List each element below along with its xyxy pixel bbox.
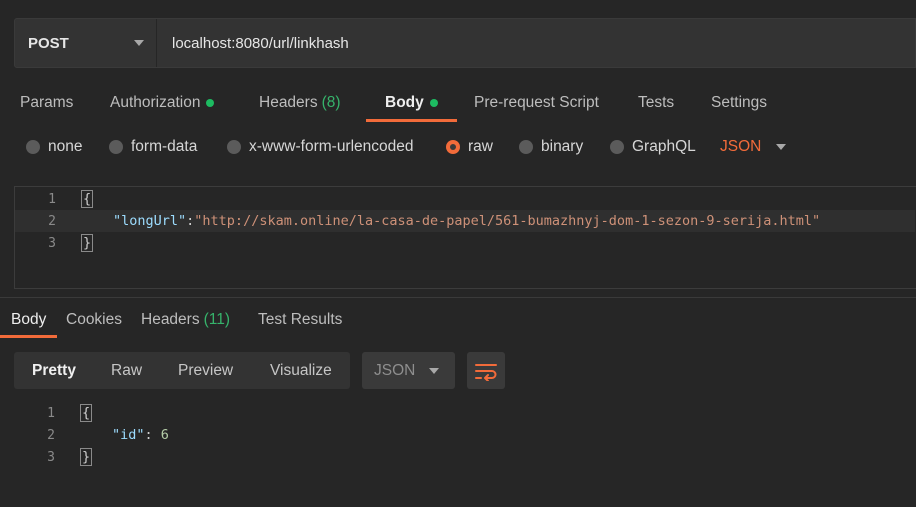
view-preview-button[interactable]: Preview	[178, 352, 233, 389]
view-visualize-button[interactable]: Visualize	[270, 352, 332, 389]
language-dropdown[interactable]: JSON	[720, 132, 787, 162]
code-line: 3 }	[15, 232, 915, 254]
radio-none[interactable]: none	[26, 132, 82, 162]
radio-binary[interactable]: binary	[519, 132, 583, 162]
open-brace: {	[81, 190, 94, 208]
chevron-down-icon	[429, 368, 439, 374]
radio-label: form-data	[131, 138, 198, 155]
radio-form-data[interactable]: form-data	[109, 132, 197, 162]
close-brace: }	[80, 448, 93, 466]
tab-authorization[interactable]: Authorization	[110, 84, 215, 122]
tab-label: Params	[20, 94, 74, 111]
active-response-tab-indicator	[0, 335, 57, 338]
line-number: 1	[48, 191, 56, 207]
wrap-lines-button[interactable]	[467, 352, 505, 389]
response-body-viewer[interactable]: 1 { 2 "id": 6 3 }	[14, 401, 916, 481]
radio-label: x-www-form-urlencoded	[249, 138, 414, 155]
radio-urlencoded[interactable]: x-www-form-urlencoded	[227, 132, 414, 162]
line-number: 3	[48, 235, 56, 251]
radio-label: GraphQL	[632, 138, 696, 155]
line-number: 2	[47, 427, 55, 443]
code-text: }	[81, 234, 94, 252]
format-label: JSON	[374, 361, 416, 379]
radio-graphql[interactable]: GraphQL	[610, 132, 696, 162]
response-format-dropdown[interactable]: JSON	[362, 352, 455, 389]
tab-label: Pre-request Script	[474, 94, 599, 111]
radio-selected-icon	[446, 140, 460, 154]
code-line: 1 {	[15, 188, 915, 210]
radio-circle-icon	[610, 140, 624, 154]
line-number: 3	[47, 449, 55, 465]
code-text: "id": 6	[112, 427, 169, 443]
json-string-value: "http://skam.online/la-casa-de-papel/561…	[194, 213, 821, 229]
tab-label: Settings	[711, 94, 768, 111]
close-brace: }	[81, 234, 94, 252]
tab-label: Body	[11, 311, 47, 328]
code-line: 3 }	[14, 446, 914, 468]
chevron-down-icon	[134, 40, 144, 46]
code-text: {	[81, 190, 94, 208]
tab-label: Headers	[259, 94, 318, 111]
tab-label: Headers	[141, 311, 200, 328]
response-tab-body[interactable]: Body	[11, 304, 46, 336]
method-dropdown[interactable]: POST	[15, 19, 157, 67]
radio-circle-icon	[519, 140, 533, 154]
method-label: POST	[28, 34, 69, 52]
wrap-lines-icon	[475, 363, 497, 381]
tab-label: Body	[385, 94, 424, 111]
tab-headers[interactable]: Headers (8)	[259, 84, 341, 122]
radio-label: binary	[541, 138, 584, 155]
request-url-bar: POST localhost:8080/url/linkhash	[14, 18, 916, 68]
json-colon: :	[144, 427, 161, 443]
header-count: (11)	[203, 311, 231, 328]
radio-label: raw	[468, 138, 493, 155]
status-dot-icon	[206, 99, 215, 107]
response-tab-cookies[interactable]: Cookies	[66, 304, 122, 336]
code-text: }	[80, 448, 93, 466]
code-text: {	[80, 404, 93, 422]
response-view-switcher: Pretty Raw Preview Visualize	[14, 352, 350, 389]
tab-params[interactable]: Params	[20, 84, 73, 122]
json-key: "longUrl"	[113, 213, 187, 229]
code-line: 2 "id": 6	[14, 424, 914, 446]
code-text: "longUrl":"http://skam.online/la-casa-de…	[113, 213, 820, 229]
response-tab-test-results[interactable]: Test Results	[258, 304, 342, 336]
view-raw-button[interactable]: Raw	[111, 352, 142, 389]
radio-circle-icon	[109, 140, 123, 154]
json-number-value: 6	[160, 427, 169, 443]
open-brace: {	[80, 404, 93, 422]
tab-label: Test Results	[258, 311, 343, 328]
radio-label: none	[48, 138, 83, 155]
line-number: 1	[47, 405, 55, 421]
code-line: 2 "longUrl":"http://skam.online/la-casa-…	[15, 210, 915, 232]
tab-label: Tests	[638, 94, 675, 111]
code-line: 1 {	[14, 402, 914, 424]
active-tab-indicator	[366, 119, 457, 122]
line-number: 2	[48, 213, 56, 229]
url-input[interactable]: localhost:8080/url/linkhash	[172, 19, 349, 67]
radio-raw[interactable]: raw	[446, 132, 493, 162]
pane-splitter[interactable]	[0, 297, 916, 298]
chevron-down-icon	[776, 144, 787, 150]
tab-label: Authorization	[110, 94, 201, 111]
view-pretty-button[interactable]: Pretty	[32, 352, 76, 389]
json-key: "id"	[112, 427, 145, 443]
tab-tests[interactable]: Tests	[638, 84, 674, 122]
status-dot-icon	[429, 99, 438, 107]
tab-label: Cookies	[66, 311, 122, 328]
radio-circle-icon	[26, 140, 40, 154]
language-label: JSON	[720, 138, 762, 155]
response-tab-headers[interactable]: Headers (11)	[141, 304, 230, 336]
request-body-editor[interactable]: 1 { 2 "longUrl":"http://skam.online/la-c…	[14, 186, 916, 289]
tab-body[interactable]: Body	[385, 84, 438, 122]
radio-circle-icon	[227, 140, 241, 154]
tab-pre-request-script[interactable]: Pre-request Script	[474, 84, 599, 122]
request-tabs: Params Authorization Headers (8) Body Pr…	[0, 84, 916, 122]
tab-settings[interactable]: Settings	[711, 84, 767, 122]
header-count: (8)	[321, 94, 341, 111]
